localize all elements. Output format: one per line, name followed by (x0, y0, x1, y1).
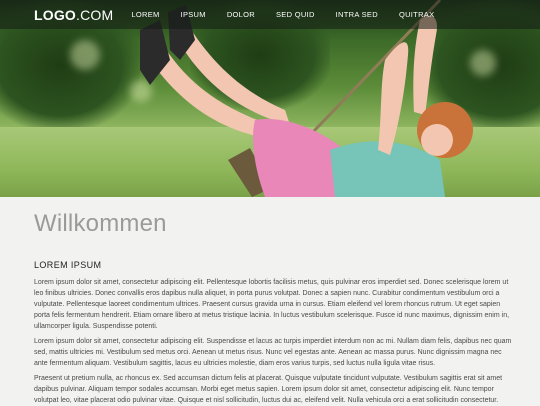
main-content: Willkommen LOREM IPSUM Lorem ipsum dolor… (0, 197, 540, 405)
paragraph: Praesent ut pretium nulla, ac rhoncus ex… (34, 375, 503, 404)
menu-item-sed-quid[interactable]: SED QUID (276, 10, 315, 19)
menu-item-intra-sed[interactable]: INTRA SED (336, 10, 378, 19)
menu-item-lorem[interactable]: LOREM (131, 10, 159, 19)
page-title: Willkommen (34, 210, 167, 237)
site-logo[interactable]: LOGO.COM (34, 7, 113, 23)
menu-item-ipsum[interactable]: IPSUM (181, 10, 206, 19)
paragraph: Lorem ipsum dolor sit amet, consectetur … (34, 279, 510, 330)
top-navbar: LOGO.COM LOREM IPSUM DOLOR SED QUID INTR… (0, 0, 540, 29)
menu-item-quitrax[interactable]: QUITRAX (399, 10, 434, 19)
logo-bold-text: LOGO (34, 6, 77, 23)
main-menu: LOREM IPSUM DOLOR SED QUID INTRA SED QUI… (131, 10, 455, 19)
swing-child-illustration (140, 0, 473, 197)
logo-light-text: .COM (76, 6, 114, 23)
hero-image: LOGO.COM LOREM IPSUM DOLOR SED QUID INTR… (0, 0, 540, 197)
paragraph: Lorem ipsum dolor sit amet, consectetur … (34, 338, 512, 367)
menu-item-dolor[interactable]: DOLOR (227, 10, 255, 19)
section-heading: LOREM IPSUM (34, 260, 102, 270)
